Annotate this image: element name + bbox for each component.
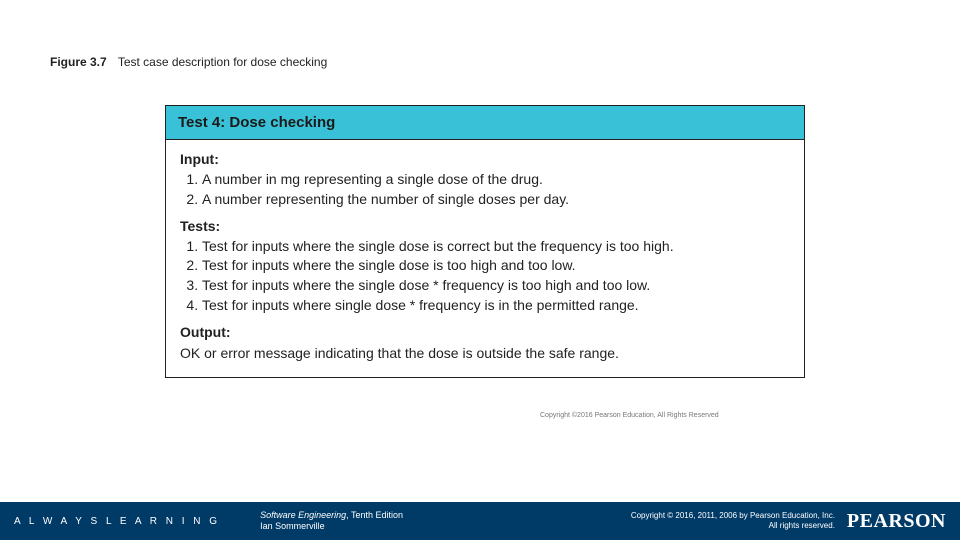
output-label: Output:: [180, 323, 790, 342]
figure-caption: Figure 3.7 Test case description for dos…: [50, 55, 327, 69]
book-title: Software Engineering: [260, 510, 346, 520]
book-edition: , Tenth Edition: [346, 510, 403, 520]
copyright-line-1: Copyright © 2016, 2011, 2006 by Pearson …: [631, 511, 835, 521]
always-learning-text: A L W A Y S L E A R N I N G: [14, 516, 220, 527]
copyright-line-2: All rights reserved.: [631, 521, 835, 531]
test-case-card: Test 4: Dose checking Input: A number in…: [165, 105, 805, 378]
book-title-line: Software Engineering, Tenth Edition: [260, 510, 403, 521]
book-author: Ian Sommerville: [260, 521, 403, 532]
output-text: OK or error message indicating that the …: [180, 344, 790, 363]
footer-bar: A L W A Y S L E A R N I N G Software Eng…: [0, 502, 960, 540]
pearson-logo: PEARSON: [847, 510, 946, 533]
list-item: A number in mg representing a single dos…: [202, 170, 790, 189]
footer-copyright: Copyright © 2016, 2011, 2006 by Pearson …: [631, 511, 835, 530]
input-label: Input:: [180, 150, 790, 169]
list-item: Test for inputs where the single dose is…: [202, 256, 790, 275]
slide: Figure 3.7 Test case description for dos…: [0, 0, 960, 540]
list-item: A number representing the number of sing…: [202, 190, 790, 209]
list-item: Test for inputs where the single dose is…: [202, 237, 790, 256]
list-item: Test for inputs where single dose * freq…: [202, 296, 790, 315]
figure-copyright: Copyright ©2016 Pearson Education, All R…: [540, 412, 719, 419]
input-list: A number in mg representing a single dos…: [202, 170, 790, 209]
figure-title: Test case description for dose checking: [118, 55, 327, 69]
tests-list: Test for inputs where the single dose is…: [202, 237, 790, 316]
figure-number: Figure 3.7: [50, 55, 107, 69]
list-item: Test for inputs where the single dose * …: [202, 276, 790, 295]
card-body: Input: A number in mg representing a sin…: [166, 140, 804, 377]
footer-right: Copyright © 2016, 2011, 2006 by Pearson …: [631, 510, 946, 533]
card-header: Test 4: Dose checking: [166, 106, 804, 140]
tests-label: Tests:: [180, 217, 790, 236]
book-info: Software Engineering, Tenth Edition Ian …: [260, 510, 403, 532]
